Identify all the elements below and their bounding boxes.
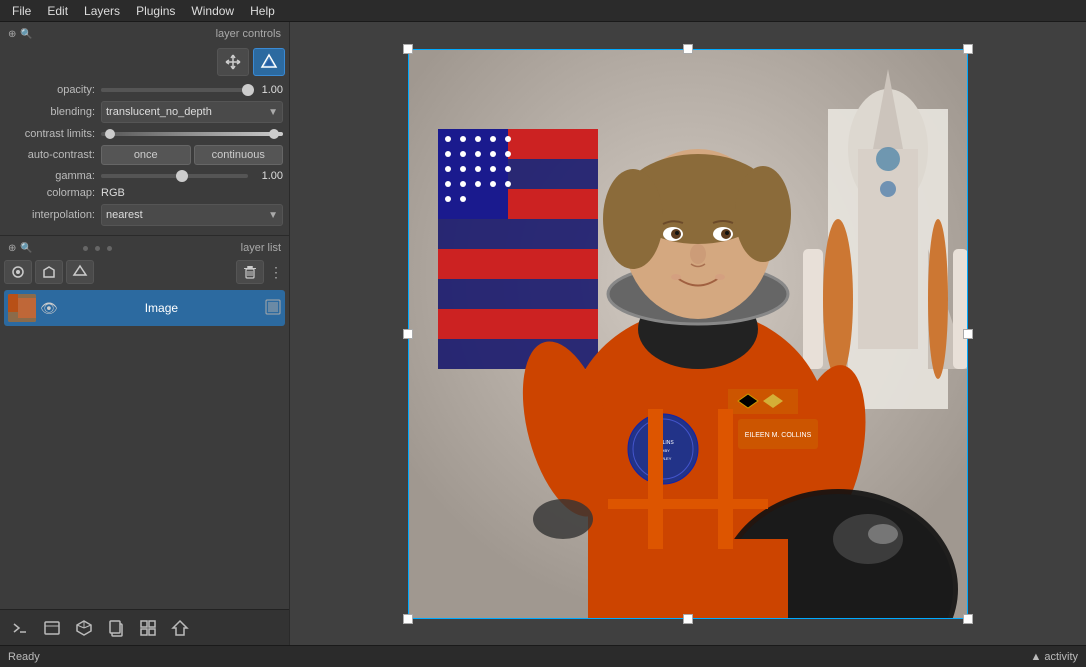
layer-list-expand-icon[interactable]: ⊕ (8, 243, 16, 254)
image-container: COLLINS ASHBY HAWLEY EILEEN M. COLLINS (408, 49, 968, 619)
blending-arrow-icon: ▼ (268, 107, 278, 118)
contrast-slider[interactable] (101, 132, 283, 136)
handle-top-left[interactable] (403, 44, 413, 54)
opacity-slider[interactable] (101, 88, 248, 92)
menu-edit[interactable]: Edit (39, 2, 76, 20)
menu-window[interactable]: Window (183, 2, 242, 20)
home-btn[interactable] (166, 614, 194, 642)
handle-top-center[interactable] (683, 44, 693, 54)
menu-help[interactable]: Help (242, 2, 283, 20)
auto-contrast-continuous-btn[interactable]: continuous (194, 145, 284, 165)
handle-top-right[interactable] (963, 44, 973, 54)
contrast-thumb-right[interactable] (269, 129, 279, 139)
section-collapse-icon[interactable]: 🔍 (20, 29, 32, 40)
list-tool-shape-btn[interactable] (66, 260, 94, 284)
list-tool-select-btn[interactable] (4, 260, 32, 284)
auto-contrast-once-btn[interactable]: once (101, 145, 191, 165)
blending-row: blending: translucent_no_depth ▼ (4, 101, 285, 123)
menu-file[interactable]: File (4, 2, 39, 20)
menu-layers[interactable]: Layers (76, 2, 128, 20)
colormap-row: colormap: RGB (4, 187, 285, 199)
auto-contrast-row: auto-contrast: once continuous (4, 145, 285, 165)
interpolation-row: interpolation: nearest ▼ (4, 204, 285, 226)
canvas-area[interactable]: COLLINS ASHBY HAWLEY EILEEN M. COLLINS (290, 22, 1086, 645)
opacity-label: opacity: (6, 84, 101, 96)
interpolation-select[interactable]: nearest ▼ (101, 204, 283, 226)
layer-item[interactable]: 👁 Image (4, 290, 285, 326)
contrast-limits-label: contrast limits: (6, 128, 101, 140)
delete-layer-btn[interactable] (236, 260, 264, 284)
gamma-value: 1.00 (248, 170, 283, 182)
interpolation-arrow-icon: ▼ (268, 210, 278, 221)
transform-tool-btn[interactable] (253, 48, 285, 76)
interpolation-label: interpolation: (6, 209, 101, 221)
new-window-btn[interactable] (38, 614, 66, 642)
blending-label: blending: (6, 106, 101, 118)
layer-controls-section: ⊕ 🔍 layer controls (0, 22, 289, 236)
handle-bottom-center[interactable] (683, 614, 693, 624)
left-panel: ⊕ 🔍 layer controls (0, 22, 290, 645)
menubar: File Edit Layers Plugins Window Help (0, 0, 1086, 22)
gamma-slider[interactable] (101, 174, 248, 178)
move-tool-btn[interactable] (217, 48, 249, 76)
menu-plugins[interactable]: Plugins (128, 2, 183, 20)
bottom-toolbar (0, 609, 289, 645)
handle-bottom-left[interactable] (403, 614, 413, 624)
layer-type-icon (265, 299, 281, 318)
layer-list-search-icon[interactable]: 🔍 (20, 243, 32, 254)
grid-btn[interactable] (134, 614, 162, 642)
list-tools-row: ⋮ (4, 260, 285, 284)
handle-bottom-right[interactable] (963, 614, 973, 624)
contrast-limits-row: contrast limits: (4, 128, 285, 140)
layer-visibility-btn[interactable]: 👁 (40, 300, 58, 317)
activity-button[interactable]: ▲ activity (1030, 651, 1078, 663)
auto-contrast-label: auto-contrast: (6, 149, 101, 161)
svg-text:EILEEN M. COLLINS: EILEEN M. COLLINS (745, 432, 812, 439)
auto-contrast-buttons: once continuous (101, 145, 283, 165)
layer-thumbnail (8, 294, 36, 322)
gamma-label: gamma: (6, 170, 101, 182)
copy-btn[interactable] (102, 614, 130, 642)
section-expand-icon[interactable]: ⊕ (8, 29, 16, 40)
status-bar: Ready ▲ activity (0, 645, 1086, 667)
list-tool-move-btn[interactable] (35, 260, 63, 284)
contrast-thumb-left[interactable] (105, 129, 115, 139)
layer-options-btn[interactable]: ⋮ (267, 264, 285, 281)
console-btn[interactable] (6, 614, 34, 642)
status-text: Ready (8, 651, 1030, 663)
layer-controls-header: ⊕ 🔍 layer controls (4, 26, 285, 42)
blending-select[interactable]: translucent_no_depth ▼ (101, 101, 283, 123)
gamma-row: gamma: 1.00 (4, 170, 285, 182)
layer-list-header: ⊕ 🔍 layer list (4, 240, 285, 256)
main-layout: ⊕ 🔍 layer controls (0, 22, 1086, 645)
colormap-label: colormap: (6, 187, 101, 199)
layer-name-label: Image (62, 301, 261, 315)
handle-middle-left[interactable] (403, 329, 413, 339)
handle-middle-right[interactable] (963, 329, 973, 339)
cube-btn[interactable] (70, 614, 98, 642)
layer-list-title: layer list (159, 242, 281, 254)
layer-controls-title: layer controls (37, 28, 281, 40)
blending-value: translucent_no_depth (106, 106, 212, 118)
layer-list-section: ⊕ 🔍 layer list (0, 236, 289, 609)
main-image: COLLINS ASHBY HAWLEY EILEEN M. COLLINS (408, 49, 968, 619)
layer-tools-row (4, 46, 285, 78)
opacity-row: opacity: 1.00 (4, 84, 285, 96)
colormap-value: RGB (101, 187, 125, 199)
interpolation-value: nearest (106, 209, 143, 221)
